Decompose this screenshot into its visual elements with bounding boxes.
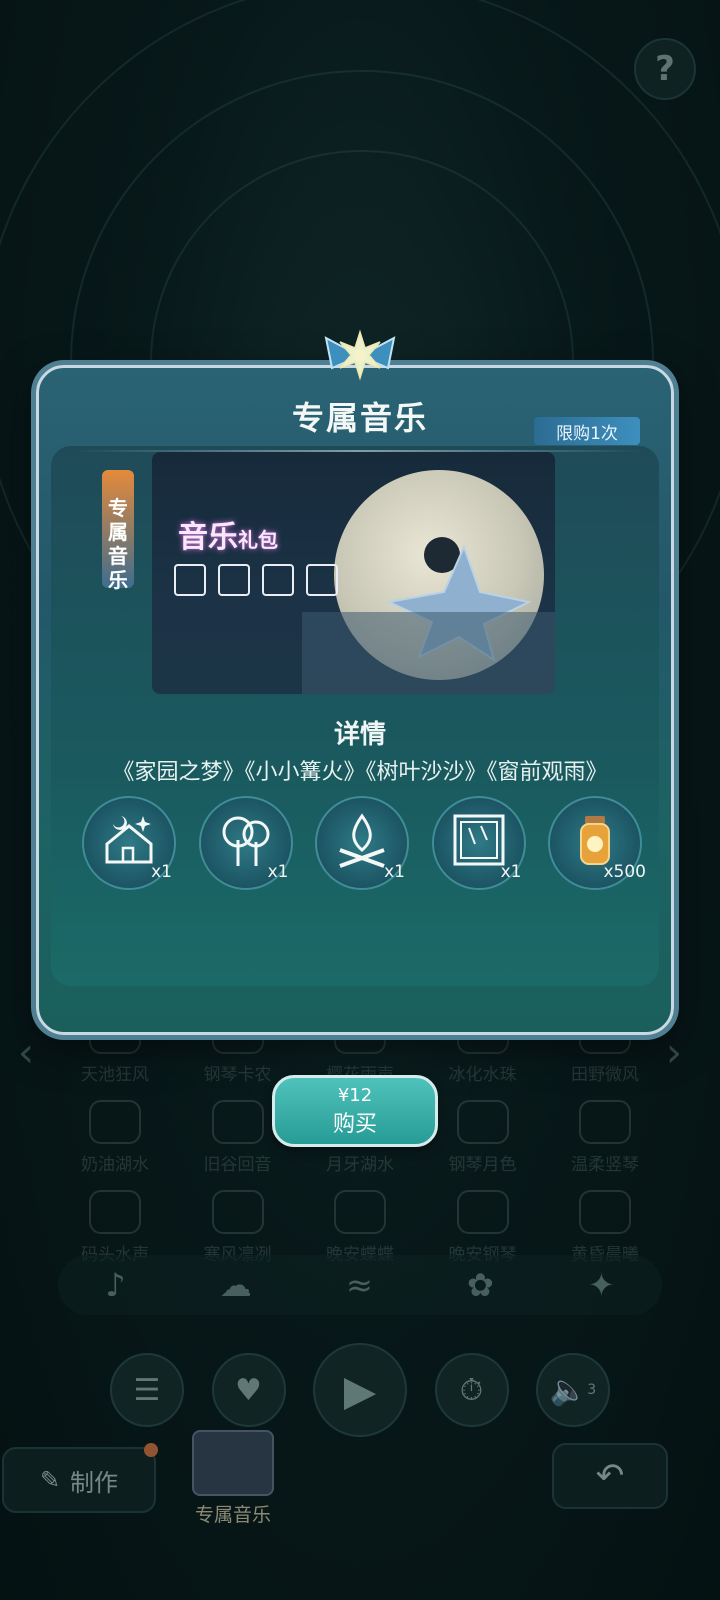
reward-qty: x1: [267, 862, 289, 882]
reward-qty: x1: [151, 862, 172, 882]
reward-item[interactable]: x1: [315, 796, 409, 890]
reward-list: x1 x1 x1 x1 x500: [82, 796, 646, 890]
purchase-limit-badge: 限购1次: [534, 417, 640, 445]
reward-qty: x500: [603, 862, 646, 882]
reward-qty: x1: [384, 862, 405, 882]
window-icon: [218, 564, 250, 596]
campfire-icon: [339, 813, 385, 868]
window-rain-icon: [453, 814, 504, 866]
ribbon-bow-icon: [324, 329, 396, 381]
music-pack-banner: 音乐礼包: [152, 452, 555, 694]
house-icon: [306, 564, 338, 596]
category-side-tag: 专属音乐: [102, 470, 134, 592]
reward-item[interactable]: x1: [82, 796, 176, 890]
buy-label: 购买: [332, 1112, 377, 1137]
firefly-jar-icon: [580, 816, 610, 865]
reward-qty: x1: [500, 862, 522, 882]
pack-title: 音乐礼包: [178, 520, 278, 555]
reward-item[interactable]: x1: [198, 796, 293, 890]
buy-button[interactable]: ¥12 购买: [272, 1075, 438, 1147]
reward-item[interactable]: x500: [548, 796, 646, 890]
water-reflection: [302, 612, 555, 694]
reward-item[interactable]: x1: [431, 796, 526, 890]
tree-icon: [262, 564, 294, 596]
tree-icon: [222, 816, 269, 866]
details-heading: 详情: [333, 720, 386, 750]
track-list: 《家园之梦》《小小篝火》《树叶沙沙》《窗前观雨》: [112, 760, 608, 785]
pack-icons: [174, 564, 338, 596]
campfire-icon: [174, 564, 206, 596]
house-moon-icon: [105, 816, 153, 864]
buy-price: ¥12: [337, 1085, 373, 1106]
